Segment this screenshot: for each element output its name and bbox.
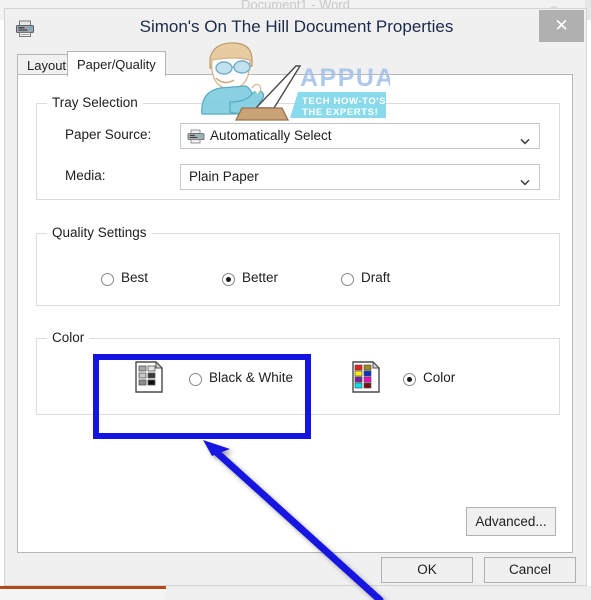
media-input[interactable]: Plain Paper [180,164,540,190]
color-group-title: Color [47,330,90,345]
taskbar-item-active[interactable] [0,586,166,600]
radio-label: Best [121,270,149,285]
taskbar [0,586,591,600]
radio-label: Draft [361,270,391,285]
media-label: Media: [65,168,106,183]
quality-settings-title: Quality Settings [47,225,152,240]
dialog-title: Simon's On The Hill Document Properties [139,17,454,36]
paper-source-label: Paper Source: [65,127,152,142]
document-properties-dialog: Simon's On The Hill Document Properties … [4,8,587,586]
tray-selection-group: Tray Selection Paper Source: Automatical… [36,95,560,200]
dialog-titlebar: Simon's On The Hill Document Properties … [5,9,586,47]
grayscale-swatch-icon [134,360,164,393]
close-icon[interactable]: ✕ [539,10,584,42]
chevron-down-icon [520,173,530,186]
advanced-button[interactable]: Advanced... [466,507,556,536]
paper-source-value: Automatically Select [210,128,332,143]
radio-label: Black & White [209,370,294,385]
radio-label: Better [242,270,279,285]
cancel-button[interactable]: Cancel [484,557,576,583]
radio-indicator [403,373,416,386]
ok-button[interactable]: OK [381,557,473,583]
tab-paper-quality[interactable]: Paper/Quality [67,51,166,77]
radio-indicator [101,273,114,286]
color-swatch-icon [351,360,381,393]
printer-icon [187,129,205,144]
paper-quality-tab-page: Tray Selection Paper Source: Automatical… [17,74,573,553]
media-value: Plain Paper [189,169,259,184]
paper-source-input[interactable]: Automatically Select [180,123,540,149]
radio-indicator [189,373,202,386]
tray-selection-title: Tray Selection [47,95,143,110]
radio-indicator [222,273,235,286]
quality-settings-group: Quality Settings Best Better Draft [36,225,560,306]
screen: Document1 - Word Simon's On The Hill Doc… [0,0,591,600]
color-group: Color Black & White Color [36,330,560,415]
radio-indicator [341,273,354,286]
radio-label: Color [423,370,456,385]
chevron-down-icon [520,132,530,145]
tab-strip: Layout Paper/Quality [17,51,573,77]
